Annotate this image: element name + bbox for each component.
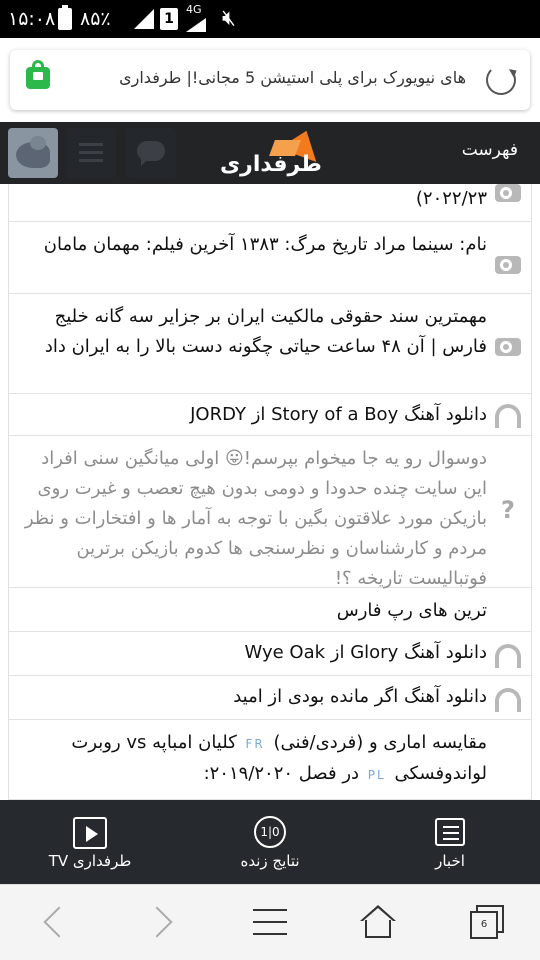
camera-icon xyxy=(495,338,521,356)
list-item-title[interactable]: ۲۰۲۲/۲۳) xyxy=(23,184,487,214)
home-button[interactable] xyxy=(358,903,398,943)
scoreboard-icon: 1|0 xyxy=(254,816,286,848)
nav-tv-label: طرفداری TV xyxy=(48,852,132,870)
list-item-title[interactable]: مهمترین سند حقوقی مالکیت ایران بر جزایر … xyxy=(23,302,487,362)
nav-news[interactable]: اخبار xyxy=(380,800,520,884)
forward-button[interactable] xyxy=(141,903,182,943)
list-item-title[interactable]: دوسوال رو یه جا میخوام بپرسم!😛 اولی میان… xyxy=(23,444,487,594)
reload-icon[interactable] xyxy=(486,65,516,95)
lock-icon xyxy=(26,60,50,89)
list-icon-line xyxy=(79,159,103,162)
battery-percentage: ۸۵٪ xyxy=(80,8,111,30)
newspaper-line xyxy=(443,832,459,834)
headphones-icon xyxy=(495,404,521,428)
list-item[interactable]: ۲۰۲۲/۲۳) xyxy=(9,184,531,222)
chat-button[interactable] xyxy=(126,128,176,178)
mute-icon: 🔇︎ xyxy=(222,6,236,31)
signal-icon xyxy=(134,9,154,29)
site-header: فهرست طرفداری xyxy=(0,122,540,184)
question-icon: ? xyxy=(501,496,515,524)
browser-toolbar: 6 xyxy=(0,884,540,960)
headphones-icon xyxy=(495,644,521,668)
country-tag: FR xyxy=(245,737,265,751)
camera-icon xyxy=(495,256,521,274)
address-bar[interactable]: های نیویورک برای پلی استیشن 5 مجانی!| طر… xyxy=(10,50,530,110)
post-list: ۲۰۲۲/۲۳) نام: سینما مراد تاریخ مرگ: ۱۳۸۳… xyxy=(8,184,532,800)
country-tag: PL xyxy=(367,768,386,782)
nav-live-label: نتایج زنده xyxy=(240,852,300,870)
nav-news-label: اخبار xyxy=(435,852,465,870)
list-item-title[interactable]: دانلود آهنگ Glory از Wye Oak xyxy=(23,638,488,668)
bottom-navigation: اخبار 1|0 نتایج زنده طرفداری TV xyxy=(0,800,540,884)
tabs-button[interactable]: 6 xyxy=(466,903,506,943)
network-bars-icon xyxy=(186,18,206,32)
sim-icon: 1 xyxy=(160,8,178,30)
chat-bubble-tail xyxy=(141,158,149,166)
list-item-title[interactable]: دانلود آهنگ Story of a Boy از JORDY xyxy=(23,400,487,430)
hamburger-icon xyxy=(253,921,287,923)
newspaper-line xyxy=(443,838,459,840)
clock: ۱۵:۰۸ xyxy=(8,8,56,30)
newspaper-line xyxy=(443,826,459,828)
chevron-left-icon xyxy=(43,906,75,938)
list-item[interactable]: مهمترین سند حقوقی مالکیت ایران بر جزایر … xyxy=(9,294,531,394)
list-item[interactable]: نام: سینما مراد تاریخ مرگ: ۱۳۸۳ آخرین فی… xyxy=(9,222,531,294)
list-item-title[interactable]: نام: سینما مراد تاریخ مرگ: ۱۳۸۳ آخرین فی… xyxy=(23,230,487,260)
list-item-title[interactable]: ترین های رپ فارس xyxy=(23,596,487,626)
user-avatar[interactable] xyxy=(8,128,58,178)
hamburger-icon xyxy=(253,909,287,911)
comparison-text: در فصل ۲۰۱۹/۲۰۲۰: xyxy=(203,763,360,784)
network-type: 4G xyxy=(186,3,202,16)
menu-link[interactable]: فهرست xyxy=(462,140,518,160)
site-logo[interactable]: طرفداری xyxy=(218,123,328,178)
list-item[interactable]: مقایسه اماری و (فردی/فنی) FR کلیان امباپ… xyxy=(9,720,531,800)
headphones-icon xyxy=(495,688,521,712)
comparison-text: مقایسه اماری و (فردی/فنی) xyxy=(273,732,487,753)
newspaper-icon xyxy=(435,818,465,846)
battery-icon xyxy=(58,5,72,30)
chevron-right-icon xyxy=(141,906,173,938)
camera-icon xyxy=(495,184,521,202)
list-icon-line xyxy=(79,151,103,154)
list-item[interactable]: ترین های رپ فارس xyxy=(9,588,531,632)
nav-tv[interactable]: طرفداری TV xyxy=(20,800,160,884)
hamburger-icon xyxy=(253,933,287,935)
back-button[interactable] xyxy=(34,903,75,943)
list-item[interactable]: دانلود آهنگ اگر مانده بودی از امید xyxy=(9,676,531,720)
logo-text: طرفداری xyxy=(220,152,322,177)
home-icon-body xyxy=(365,920,391,938)
nav-live-scores[interactable]: 1|0 نتایج زنده xyxy=(200,800,340,884)
play-icon xyxy=(73,817,107,849)
list-item[interactable]: ? دوسوال رو یه جا میخوام بپرسم!😛 اولی می… xyxy=(9,436,531,589)
list-icon-line xyxy=(79,143,103,146)
list-item[interactable]: دانلود آهنگ Story of a Boy از JORDY xyxy=(9,394,531,436)
page-title[interactable]: های نیویورک برای پلی استیشن 5 مجانی!| طر… xyxy=(66,68,466,87)
tab-count: 6 xyxy=(470,911,498,939)
menu-button[interactable] xyxy=(250,903,290,943)
status-bar: ۱۵:۰۸ ۸۵٪ 1 4G 🔇︎ xyxy=(0,0,540,38)
list-item[interactable]: دانلود آهنگ Glory از Wye Oak xyxy=(9,632,531,676)
list-item-title[interactable]: مقایسه اماری و (فردی/فنی) FR کلیان امباپ… xyxy=(23,728,487,790)
list-item-title[interactable]: دانلود آهنگ اگر مانده بودی از امید xyxy=(23,682,487,712)
list-button[interactable] xyxy=(66,128,116,178)
avatar-pigeon-head xyxy=(30,136,46,150)
network-icon: 4G xyxy=(186,4,206,32)
